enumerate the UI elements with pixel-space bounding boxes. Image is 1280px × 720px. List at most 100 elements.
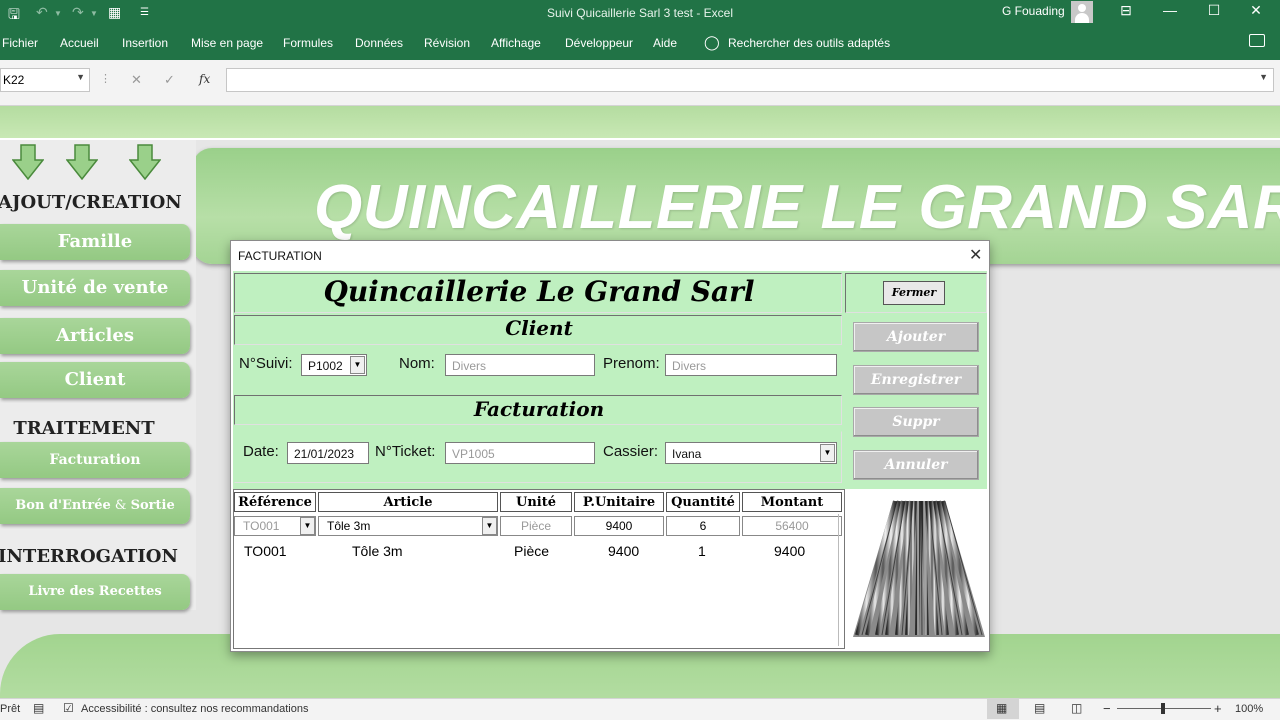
arrow-down-icon [12, 144, 44, 180]
search-tools[interactable]: Rechercher des outils adaptés [728, 36, 890, 50]
ribbon-display-icon[interactable]: ⊟ [1112, 2, 1140, 19]
reference-select[interactable]: TO001 ▼ [234, 516, 316, 536]
chevron-down-icon[interactable]: ▼ [350, 356, 365, 374]
suivi-label: N°Suivi: [239, 355, 293, 372]
zoom-level[interactable]: 100% [1235, 703, 1263, 715]
suivi-select[interactable]: P1002 ▼ [301, 354, 367, 376]
row-unite: Pièce [514, 543, 550, 559]
tab-donnees[interactable]: Données [355, 36, 403, 50]
article-select[interactable]: Tôle 3m ▼ [318, 516, 498, 536]
zoom-slider-thumb[interactable] [1161, 703, 1165, 714]
avatar[interactable] [1071, 1, 1093, 23]
arrow-down-icon [66, 144, 98, 180]
macro-record-icon[interactable]: ▤ [33, 701, 44, 715]
suppr-button[interactable]: Suppr [853, 407, 979, 437]
cassier-value: Ivana [672, 447, 702, 461]
livre-recettes-button[interactable]: Livre des Recettes [0, 574, 190, 610]
prenom-field[interactable]: Divers [665, 354, 837, 376]
vertical-scrollbar[interactable] [838, 514, 839, 646]
unite-vente-button[interactable]: Unité de vente [0, 270, 190, 306]
cassier-label: Cassier: [603, 443, 659, 460]
enter-icon[interactable]: ✓ [164, 72, 175, 88]
row-article: Tôle 3m [352, 543, 403, 559]
zoom-in-icon[interactable]: + [1214, 701, 1222, 716]
cassier-select[interactable]: Ivana ▼ [665, 442, 837, 464]
expand-formula-icon[interactable]: ▼ [1259, 72, 1268, 82]
minimize-icon[interactable]: — [1156, 2, 1184, 18]
row-quantite: 1 [698, 543, 706, 559]
user-name[interactable]: G Fouading [1002, 4, 1065, 18]
client-header: Client [505, 316, 573, 340]
dialog-close-icon[interactable]: ✕ [969, 245, 982, 265]
tab-revision[interactable]: Révision [424, 36, 470, 50]
enregistrer-button[interactable]: Enregistrer [853, 365, 979, 395]
ajouter-button[interactable]: Ajouter [853, 322, 979, 352]
accessibility-status[interactable]: Accessibilité : consultez nos recommanda… [81, 703, 308, 715]
col-reference: Référence [234, 492, 316, 512]
articles-button[interactable]: Articles [0, 318, 190, 354]
client-button[interactable]: Client [0, 362, 190, 398]
tab-insertion[interactable]: Insertion [122, 36, 168, 50]
zoom-out-icon[interactable]: − [1103, 701, 1111, 716]
facturation-header: Facturation [473, 397, 605, 421]
col-prix: P.Unitaire [574, 492, 664, 512]
quantite-field[interactable]: 6 [666, 516, 740, 536]
prenom-label: Prenom: [603, 355, 660, 372]
cancel-icon[interactable]: ✕ [131, 72, 142, 88]
tab-accueil[interactable]: Accueil [60, 36, 99, 50]
lightbulb-icon[interactable]: ◯ [704, 34, 720, 51]
fermer-button[interactable]: Fermer [883, 281, 945, 305]
section-ajout-creation: AJOUT/CREATION [0, 192, 182, 213]
normal-view-icon[interactable]: ▦ [996, 701, 1007, 715]
status-ready: Prêt [0, 703, 21, 715]
chevron-down-icon[interactable]: ▼ [76, 72, 85, 82]
insert-function-icon[interactable]: fx [199, 72, 210, 86]
unite-field[interactable]: Pièce [500, 516, 572, 536]
article-value: Tôle 3m [327, 519, 371, 533]
status-bar: Prêt ▤ ☑ Accessibilité : consultez nos r… [0, 698, 1280, 720]
invoice-grid[interactable]: Référence Article Unité P.Unitaire Quant… [233, 489, 845, 649]
sortie-label: Sortie [130, 498, 175, 513]
annuler-button[interactable]: Annuler [853, 450, 979, 480]
tab-fichier[interactable]: Fichier [2, 36, 38, 50]
formula-bar-area: K22 ▼ ⋮ ✕ ✓ fx ▼ [0, 60, 1280, 106]
prix-field[interactable]: 9400 [574, 516, 664, 536]
row-prix: 9400 [608, 543, 640, 559]
nom-field[interactable]: Divers [445, 354, 595, 376]
company-name: Quincaillerie Le Grand Sarl [323, 275, 755, 308]
tab-formules[interactable]: Formules [283, 36, 333, 50]
col-quantite: Quantité [666, 492, 740, 512]
window-close-icon[interactable]: ✕ [1242, 2, 1270, 19]
accessibility-icon[interactable]: ☑ [63, 701, 74, 715]
comments-icon[interactable] [1249, 34, 1265, 47]
chevron-down-icon[interactable]: ▼ [300, 517, 315, 535]
montant-field[interactable]: 56400 [742, 516, 842, 536]
tab-affichage[interactable]: Affichage [491, 36, 541, 50]
tab-mise-en-page[interactable]: Mise en page [191, 36, 263, 50]
dialog-body: Quincaillerie Le Grand Sarl Fermer Clien… [233, 271, 987, 649]
section-interrogation: INTERROGATION [0, 546, 178, 567]
row-montant: 9400 [774, 543, 806, 559]
ticket-label: N°Ticket: [375, 443, 436, 460]
row-reference: TO001 [244, 543, 287, 559]
chevron-down-icon[interactable]: ▼ [482, 517, 497, 535]
ticket-field[interactable]: VP1005 [445, 442, 595, 464]
tab-developpeur[interactable]: Développeur [565, 36, 633, 50]
page-layout-icon[interactable]: ▤ [1034, 701, 1045, 715]
name-box-value: K22 [3, 73, 25, 87]
famille-button[interactable]: Famille [0, 224, 190, 260]
formula-input[interactable]: ▼ [226, 68, 1274, 92]
facturation-button[interactable]: Facturation [0, 442, 190, 478]
side-menu: AJOUT/CREATION Famille Unité de vente Ar… [0, 140, 196, 610]
chevron-down-icon[interactable]: ▼ [820, 444, 835, 462]
date-label: Date: [243, 443, 279, 460]
date-field[interactable]: 21/01/2023 [287, 442, 369, 464]
tab-aide[interactable]: Aide [653, 36, 677, 50]
corrugated-sheet-image [853, 500, 985, 637]
name-box[interactable]: K22 ▼ [0, 68, 90, 92]
bon-entree-sortie-button[interactable]: Bon d'Entrée & Sortie [0, 488, 190, 524]
header-strip [0, 106, 1280, 140]
maximize-icon[interactable]: ☐ [1200, 2, 1228, 19]
col-article: Article [318, 492, 498, 512]
page-break-icon[interactable]: ◫ [1071, 701, 1082, 715]
